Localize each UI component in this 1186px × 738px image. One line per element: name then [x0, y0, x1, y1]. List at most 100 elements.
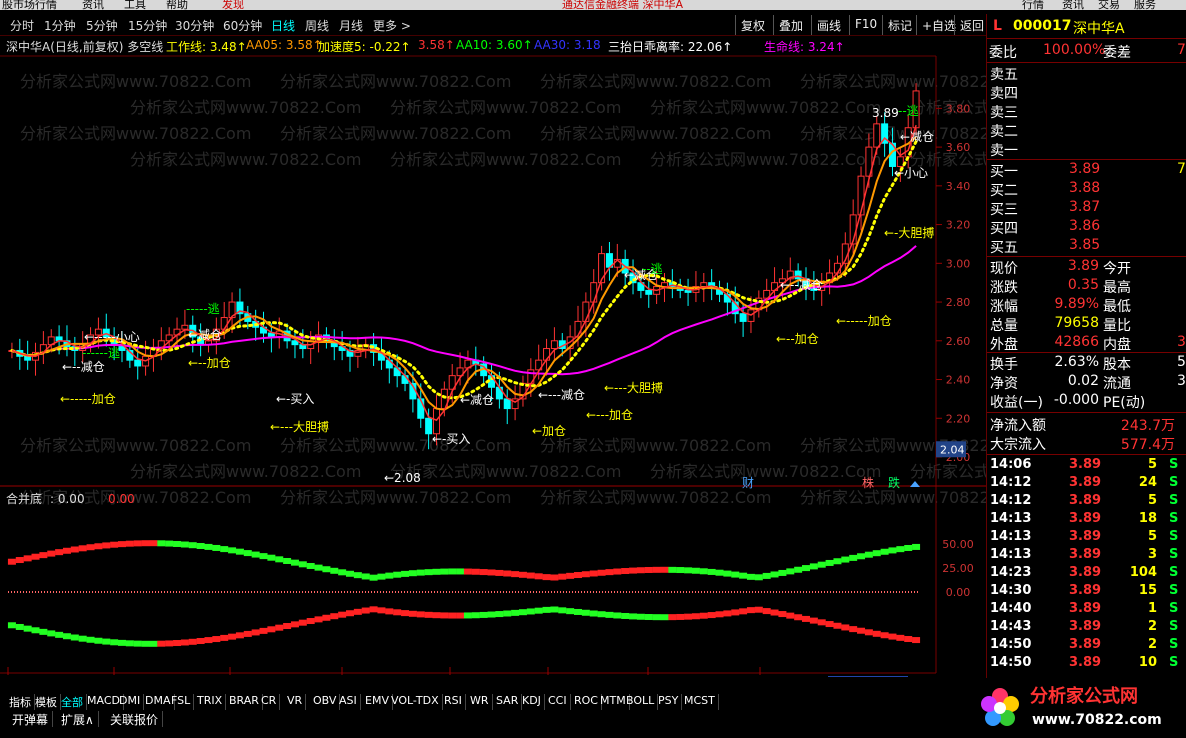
- buy-row[interactable]: 买四 3.86: [987, 218, 1186, 237]
- menu-item-news[interactable]: 资讯: [82, 0, 104, 10]
- indicator-tab[interactable]: VR: [284, 694, 307, 710]
- indicator-tab[interactable]: FSL: [168, 694, 195, 710]
- lower-band-segment: [794, 614, 803, 621]
- buy-row[interactable]: 买五 3.85: [987, 237, 1186, 256]
- sub-tick-label: 0.00: [946, 586, 971, 599]
- menu-item-discover[interactable]: 发现: [222, 0, 244, 10]
- adjust-button[interactable]: 复权: [735, 15, 770, 35]
- upper-band-segment: [896, 546, 905, 553]
- upper-band-segment: [597, 569, 606, 576]
- upper-band-segment: [479, 569, 488, 576]
- indicator-tab[interactable]: WR: [467, 694, 493, 710]
- tf-30min[interactable]: 30分钟: [175, 17, 214, 34]
- lower-band-segment: [864, 629, 873, 636]
- logo-url: www.70822.com: [1032, 712, 1162, 728]
- lower-band-segment: [739, 608, 748, 615]
- indicator-tab[interactable]: SAR: [493, 694, 523, 710]
- lower-band-segment: [141, 640, 150, 647]
- tf-minute-chart[interactable]: 分时: [10, 17, 34, 34]
- tick-price: 3.89: [1069, 547, 1102, 562]
- buy-row[interactable]: 买二 3.88: [987, 180, 1186, 199]
- menu-item-help[interactable]: 帮助: [166, 0, 188, 10]
- menu-item-trade[interactable]: 交易: [1098, 0, 1120, 10]
- upper-band-segment: [440, 568, 449, 575]
- tick-side: S: [1169, 619, 1179, 634]
- watermark-text: 分析家公式网www.70822.Com: [280, 436, 511, 455]
- buy-label: 买四: [990, 221, 1018, 237]
- upper-band-segment: [660, 566, 669, 573]
- indicator-tab[interactable]: RSI: [441, 694, 466, 710]
- buy-price: 3.87: [1069, 199, 1101, 215]
- menu-item-info[interactable]: 资讯: [1062, 0, 1084, 10]
- indicator-tab[interactable]: MCST: [681, 694, 719, 710]
- watermark-text: 分析家公式网www.70822.Com: [390, 98, 621, 117]
- tf-monthly[interactable]: 月线: [339, 17, 363, 34]
- indicator-tab[interactable]: VOL-TDX: [388, 694, 443, 710]
- arrow-up-icon[interactable]: [910, 481, 920, 487]
- back-button[interactable]: 返回: [954, 15, 989, 35]
- upper-band-segment: [180, 541, 189, 548]
- indicator-tab[interactable]: ASI: [336, 694, 361, 710]
- stat-value-right: 5.: [1177, 354, 1186, 370]
- lower-band-segment: [31, 627, 40, 634]
- indicator-tab[interactable]: TRIX: [194, 694, 227, 710]
- chart-area[interactable]: 分析家公式网www.70822.Com 分析家公式网www.70822.Com 分析…: [0, 37, 1141, 691]
- lower-band-segment: [188, 638, 197, 645]
- tick-time: 14:40: [990, 601, 1032, 616]
- lower-band-segment: [180, 639, 189, 646]
- lower-band-segment: [715, 611, 724, 618]
- indicator-tab[interactable]: CR: [258, 694, 281, 710]
- bottom-option-tab[interactable]: 扩展∧: [57, 711, 99, 727]
- indicator-tab[interactable]: 模板: [32, 694, 61, 710]
- kline-chart[interactable]: 分析家公式网www.70822.Com 分析家公式网www.70822.Com 分析…: [0, 37, 1141, 691]
- indicator-tab[interactable]: KDJ: [519, 694, 545, 710]
- buy-row[interactable]: 买一 3.89 7: [987, 161, 1186, 180]
- upper-band-segment: [739, 572, 748, 579]
- indicator-tab[interactable]: 全部: [58, 694, 87, 710]
- indicator-tab[interactable]: DMI: [116, 694, 145, 710]
- upper-band-segment: [746, 573, 755, 580]
- indicator-tab[interactable]: BOLL: [623, 694, 659, 710]
- marker-lian[interactable]: 株: [862, 475, 874, 490]
- indicator-tab[interactable]: CCI: [545, 694, 571, 710]
- tick-price: 3.89: [1069, 619, 1102, 634]
- bottom-option-tab[interactable]: 开弹幕: [8, 711, 54, 727]
- menu-item-service[interactable]: 服务: [1134, 0, 1156, 10]
- indicator-tab[interactable]: PSY: [655, 694, 683, 710]
- menu-item-quotes[interactable]: 行情: [1022, 0, 1044, 10]
- sub-tick-label: 50.00: [942, 538, 974, 551]
- upper-band-segment: [361, 573, 370, 580]
- marker-die[interactable]: 跌: [888, 475, 900, 490]
- tf-15min[interactable]: 15分钟: [128, 17, 167, 34]
- buy-row[interactable]: 买三 3.87: [987, 199, 1186, 218]
- tf-weekly[interactable]: 周线: [305, 17, 329, 34]
- tf-5min[interactable]: 5分钟: [86, 17, 118, 34]
- price-tick-label: 3.60: [946, 141, 971, 154]
- tick-row: 14:13 3.89 3 S: [987, 547, 1186, 565]
- tf-more[interactable]: 更多 >: [373, 17, 411, 34]
- marker-cai[interactable]: 财: [742, 476, 754, 490]
- upper-band-segment: [259, 553, 268, 560]
- upper-band-segment: [243, 550, 252, 557]
- upper-band-segment: [133, 540, 142, 547]
- lower-band-segment: [204, 637, 213, 644]
- tf-1min[interactable]: 1分钟: [44, 17, 76, 34]
- lower-band-segment: [888, 633, 897, 640]
- bottom-option-tab[interactable]: 关联报价: [106, 711, 164, 727]
- menu-item-market[interactable]: 股市场行情: [2, 0, 57, 10]
- tf-daily[interactable]: 日线: [271, 17, 295, 34]
- stat-value: 3.89: [1067, 258, 1099, 274]
- sell-row: 卖五: [987, 64, 1186, 83]
- indicator-tab[interactable]: 指标: [6, 694, 35, 710]
- mark-button[interactable]: 标记: [882, 15, 917, 35]
- lower-band-segment: [912, 637, 921, 644]
- sub-indicator-title: 合并底: [6, 491, 42, 506]
- f10-button[interactable]: F10: [849, 15, 882, 35]
- overlay-button[interactable]: 叠加: [773, 15, 808, 35]
- draw-line-button[interactable]: 画线: [811, 15, 846, 35]
- tick-volume: 1: [1147, 601, 1157, 616]
- lower-band-segment: [440, 612, 449, 619]
- lower-band-segment: [314, 616, 323, 623]
- tf-60min[interactable]: 60分钟: [223, 17, 262, 34]
- menu-item-tools[interactable]: 工具: [124, 0, 146, 10]
